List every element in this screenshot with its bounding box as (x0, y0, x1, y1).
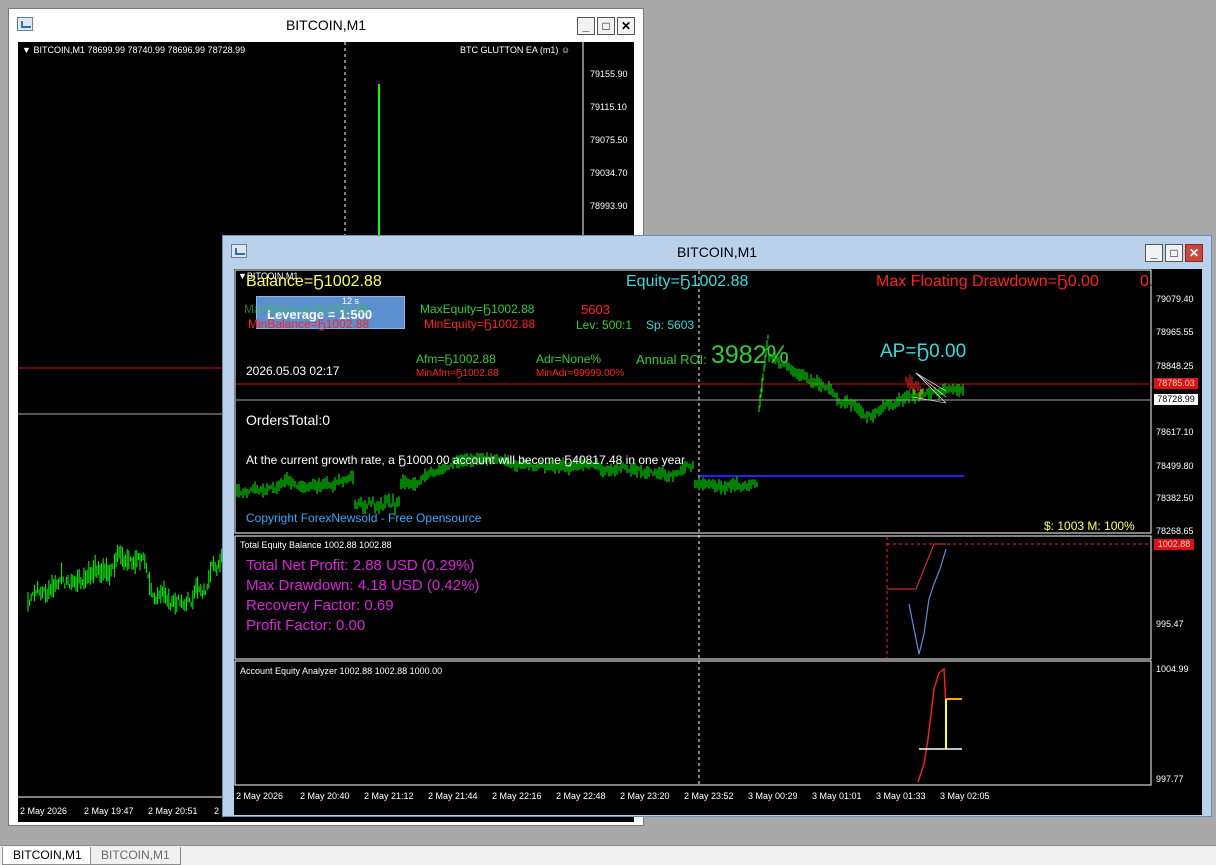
back-window-title: BITCOIN,M1 (285, 17, 367, 33)
maximize-button[interactable]: □ (597, 17, 615, 35)
time-axis-label: 2 May 2026 (236, 791, 284, 801)
time-axis-label: 3 May 01:01 (812, 791, 862, 801)
chart-app-icon (17, 17, 33, 31)
panel3-low-label: 997.77 (1156, 774, 1184, 784)
time-axis-label: 3 May 01:33 (876, 791, 926, 801)
orders-total-label: OrdersTotal:0 (246, 412, 331, 428)
chart-tabbar: BITCOIN,M1 BITCOIN,M1 (0, 845, 1216, 865)
price-axis-label: 78848.25 (1156, 361, 1194, 371)
max-drawdown-label: Max Drawdown: 4.18 USD (0.42%) (246, 577, 480, 594)
lev-label: Lev: 500:1 (576, 318, 633, 332)
front-window-title: BITCOIN,M1 (676, 244, 758, 260)
back-candles (27, 540, 232, 615)
price-axis-label: 79155.90 (590, 69, 628, 79)
time-axis-label: 2 May 23:52 (684, 791, 734, 801)
min-adr-label: MinAdr=99999.00% (536, 368, 625, 379)
back-window-titlebar[interactable]: BITCOIN,M1 _ □ ✕ (9, 9, 643, 41)
annual-roi-label: Annual ROI: (636, 352, 707, 367)
time-axis-label: 2 May 22:48 (556, 791, 606, 801)
chart-app-icon (231, 244, 247, 258)
price-tag-red: 78785.03 (1154, 378, 1198, 389)
price-axis-label: 78499.80 (1156, 461, 1194, 471)
time-axis-label: 2 May 22:16 (492, 791, 542, 801)
price-axis-label: 78617.10 (1156, 427, 1194, 437)
front-window-titlebar[interactable]: BITCOIN,M1 _ □ ✕ (223, 236, 1211, 268)
afm-label: Afm=Ҕ1002.88 (416, 352, 496, 366)
price-axis-label: 78382.50 (1156, 493, 1194, 503)
equity-analyzer-panel-header: Account Equity Analyzer 1002.88 1002.88 … (240, 666, 443, 676)
recovery-factor-label: Recovery Factor: 0.69 (246, 597, 394, 614)
panel3-high-label: 1004.99 (1156, 664, 1189, 674)
time-axis-label: 2 May 21:44 (428, 791, 478, 801)
price-axis-label: 78993.90 (590, 201, 628, 211)
net-profit-label: Total Net Profit: 2.88 USD (0.29%) (246, 557, 475, 574)
clipped-label: 0. (1140, 273, 1154, 290)
price-tag-current: 78728.99 (1154, 394, 1198, 405)
time-axis-label: 2 May 20:40 (300, 791, 350, 801)
balance-label: Balance=Ҕ1002.88 (246, 273, 382, 290)
equity-label: Equity=Ҕ1002.88 (626, 273, 749, 290)
price-axis-label: 78965.55 (1156, 327, 1194, 337)
close-button[interactable]: ✕ (1185, 244, 1203, 262)
price-axis-label: 79034.70 (590, 168, 628, 178)
ap-label: AP=Ҕ0.00 (880, 341, 967, 362)
time-axis-label: 2 May 21:12 (364, 791, 414, 801)
min-afm-label: MinAfm=Ҕ1002.88 (416, 368, 499, 379)
min-balance-label: MinBalance=Ҕ1002.88 (248, 317, 370, 331)
time-axis-label: 2 May 2026 (20, 806, 68, 816)
red-number-label: 5603 (581, 302, 610, 317)
time-axis-label: 2 May 20:51 (148, 806, 198, 816)
price-axis-label: 79079.40 (1156, 294, 1194, 304)
front-chart-window[interactable]: BITCOIN,M1 _ □ ✕ ▼BITCOIN,M1 Balance=Ҕ10… (222, 235, 1212, 817)
growth-projection-text: At the current growth rate, a Ҕ1000.00 a… (246, 453, 686, 467)
adr-label: Adr=None% (536, 352, 602, 366)
profit-factor-label: Profit Factor: 0.00 (246, 617, 366, 634)
time-axis-label: 2 May 23:20 (620, 791, 670, 801)
datetime-label: 2026.05.03 02:17 (246, 364, 340, 378)
max-floating-drawdown-label: Max Floating Drawdown=Ҕ0.00 (876, 273, 1099, 290)
time-axis-label: 3 May 02:05 (940, 791, 990, 801)
tab-bitcoin-m1-1[interactable]: BITCOIN,M1 (2, 847, 93, 865)
sp-label: Sp: 5603 (646, 318, 695, 332)
status-label: $: 1003 M: 100% (1044, 519, 1135, 533)
max-equity-label: MaxEquity=Ҕ1002.88 (420, 302, 535, 316)
tab-bitcoin-m1-2[interactable]: BITCOIN,M1 (90, 847, 181, 865)
close-button[interactable]: ✕ (617, 17, 635, 35)
panel2-low-label: 995.47 (1156, 619, 1184, 629)
min-equity-label: MinEquity=Ҕ1002.88 (424, 317, 536, 331)
copyright-link[interactable]: Copyright ForexNewsold - Free Opensource (246, 511, 481, 525)
front-chart-area[interactable]: ▼BITCOIN,M1 Balance=Ҕ1002.88 Equity=Ҕ100… (234, 269, 1202, 815)
minimize-button[interactable]: _ (577, 17, 595, 35)
price-axis-label: 78268.65 (1156, 526, 1194, 536)
annual-roi-value: 3982% (711, 341, 789, 369)
price-axis-label: 79075.50 (590, 135, 628, 145)
minimize-button[interactable]: _ (1145, 244, 1163, 262)
max-balance-label: MaxBalance=Ҕ1002.88 (244, 302, 369, 316)
time-axis-label: 2 May 19:47 (84, 806, 134, 816)
time-axis-label: 3 May 00:29 (748, 791, 798, 801)
equity-balance-panel-header: Total Equity Balance 1002.88 1002.88 (240, 540, 392, 550)
panel2-tag: 1002.88 (1154, 539, 1194, 550)
maximize-button[interactable]: □ (1165, 244, 1183, 262)
price-axis-label: 79115.10 (590, 102, 627, 112)
